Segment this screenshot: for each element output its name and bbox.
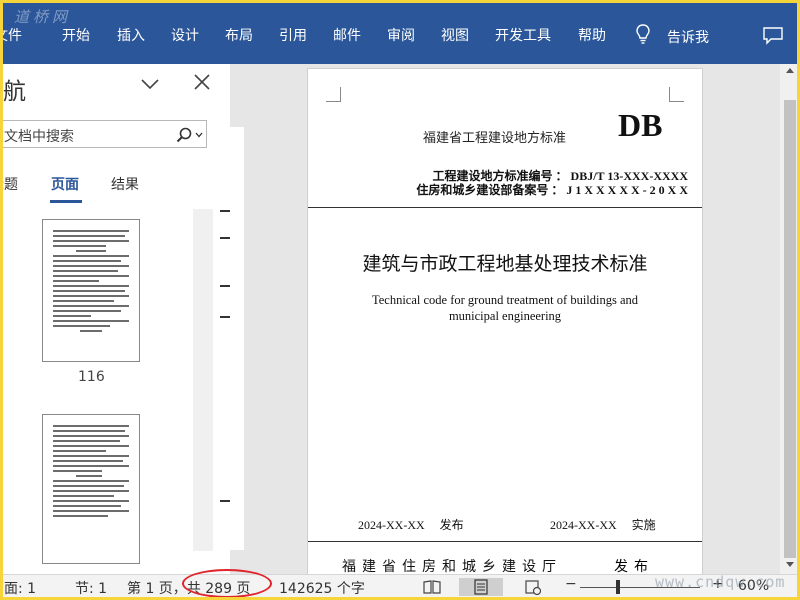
filing-code-value: J 1 X X X X X - 2 0 X X	[566, 183, 688, 197]
watermark-logo: 道桥网	[14, 8, 72, 26]
caret-down-icon[interactable]	[195, 132, 203, 138]
zoom-slider-handle[interactable]	[616, 580, 620, 594]
page-thumbnail-next[interactable]	[42, 414, 140, 564]
tab-developer[interactable]: 开发工具	[495, 25, 551, 45]
search-icon[interactable]	[176, 127, 192, 143]
nav-tab-results[interactable]: 结果	[111, 174, 139, 194]
nav-scrollbar[interactable]	[193, 209, 213, 551]
tab-help[interactable]: 帮助	[578, 25, 606, 45]
tab-review[interactable]: 审阅	[387, 25, 415, 45]
nav-tab-headings[interactable]: 标题	[0, 174, 18, 194]
footer-rule	[308, 541, 702, 542]
vertical-scrollbar[interactable]	[780, 64, 800, 574]
tab-home[interactable]: 开始	[62, 25, 90, 45]
standard-category: 福建省工程建设地方标准	[423, 130, 567, 145]
watermark-url: www.cndqw.com	[655, 573, 786, 591]
lightbulb-icon[interactable]	[636, 24, 650, 44]
issue-label: 发布	[439, 518, 464, 532]
issuing-action: 发布	[614, 559, 654, 575]
filing-code-label: 住房和城乡建设部备案号 ：	[416, 183, 564, 197]
crop-mark	[669, 87, 684, 102]
nav-title: 导航	[0, 79, 26, 105]
issue-date-row: 2024-XX-XX 发布	[358, 516, 464, 533]
tab-mailings[interactable]: 邮件	[333, 25, 361, 45]
issuing-organization: 福建省住房和城乡建设厅	[342, 559, 562, 575]
thumbnail-text-lines	[53, 425, 129, 520]
page-edge-mark	[220, 237, 230, 239]
issue-date: 2024-XX-XX	[358, 518, 425, 532]
tab-file[interactable]: 文件	[0, 25, 22, 45]
thumbnail-page-number: 116	[78, 369, 105, 385]
web-layout-icon[interactable]	[522, 578, 544, 596]
tab-design[interactable]: 设计	[171, 25, 199, 45]
tell-me-search[interactable]: 告诉我	[667, 27, 709, 47]
tab-insert[interactable]: 插入	[117, 25, 145, 45]
print-layout-icon[interactable]	[459, 578, 503, 596]
status-word-count[interactable]: 142625 个字	[279, 578, 365, 598]
implement-date: 2024-XX-XX	[550, 518, 617, 532]
header-rule	[308, 207, 702, 208]
document-page[interactable]: 福建省工程建设地方标准 DB 工程建设地方标准编号 ： DBJ/T 13-XXX…	[307, 68, 703, 576]
chevron-down-icon[interactable]	[140, 76, 160, 92]
implement-date-row: 2024-XX-XX 实施	[550, 516, 656, 533]
comment-icon[interactable]	[763, 27, 783, 45]
navigation-pane: 导航 在文档中搜索 标题 页面 结果	[0, 64, 230, 574]
tab-view[interactable]: 视图	[441, 25, 469, 45]
status-section[interactable]: 节: 1	[75, 578, 107, 598]
highlight-oval	[182, 569, 272, 598]
page-thumbnail-116[interactable]	[42, 219, 140, 362]
zoom-out-icon[interactable]: −	[565, 576, 577, 592]
scroll-up-icon[interactable]	[786, 68, 794, 73]
scroll-down-icon[interactable]	[786, 562, 794, 567]
nav-search-placeholder: 在文档中搜索	[0, 129, 74, 145]
close-icon[interactable]	[193, 73, 211, 91]
db-mark: DB	[618, 107, 663, 143]
tab-layout[interactable]: 布局	[225, 25, 253, 45]
page-edge-mark	[220, 500, 230, 502]
document-title-en: Technical code for ground treatment of b…	[371, 293, 639, 323]
implement-label: 实施	[631, 518, 656, 532]
active-tab-indicator	[50, 200, 82, 203]
tab-references[interactable]: 引用	[279, 25, 307, 45]
nav-search-input[interactable]: 在文档中搜索	[0, 120, 207, 148]
ribbon: 道桥网 文件 开始 插入 设计 布局 引用 邮件 审阅 视图 开发工具 帮助 告…	[0, 0, 800, 64]
page-edge-mark	[220, 210, 230, 212]
thumbnail-text-lines	[53, 230, 129, 335]
scrollbar-thumb[interactable]	[784, 100, 796, 558]
previous-page-edge	[230, 127, 244, 550]
document-title-cn: 建筑与市政工程地基处理技术标准	[362, 253, 648, 275]
read-mode-icon[interactable]	[421, 578, 443, 596]
status-page[interactable]: 页面: 1	[0, 578, 36, 598]
nav-tab-pages[interactable]: 页面	[51, 174, 79, 194]
filing-code-row: 住房和城乡建设部备案号 ： J 1 X X X X X - 2 0 X X	[416, 181, 688, 198]
page-edge-mark	[220, 285, 230, 287]
page-edge-mark	[220, 316, 230, 318]
crop-mark	[326, 87, 341, 102]
